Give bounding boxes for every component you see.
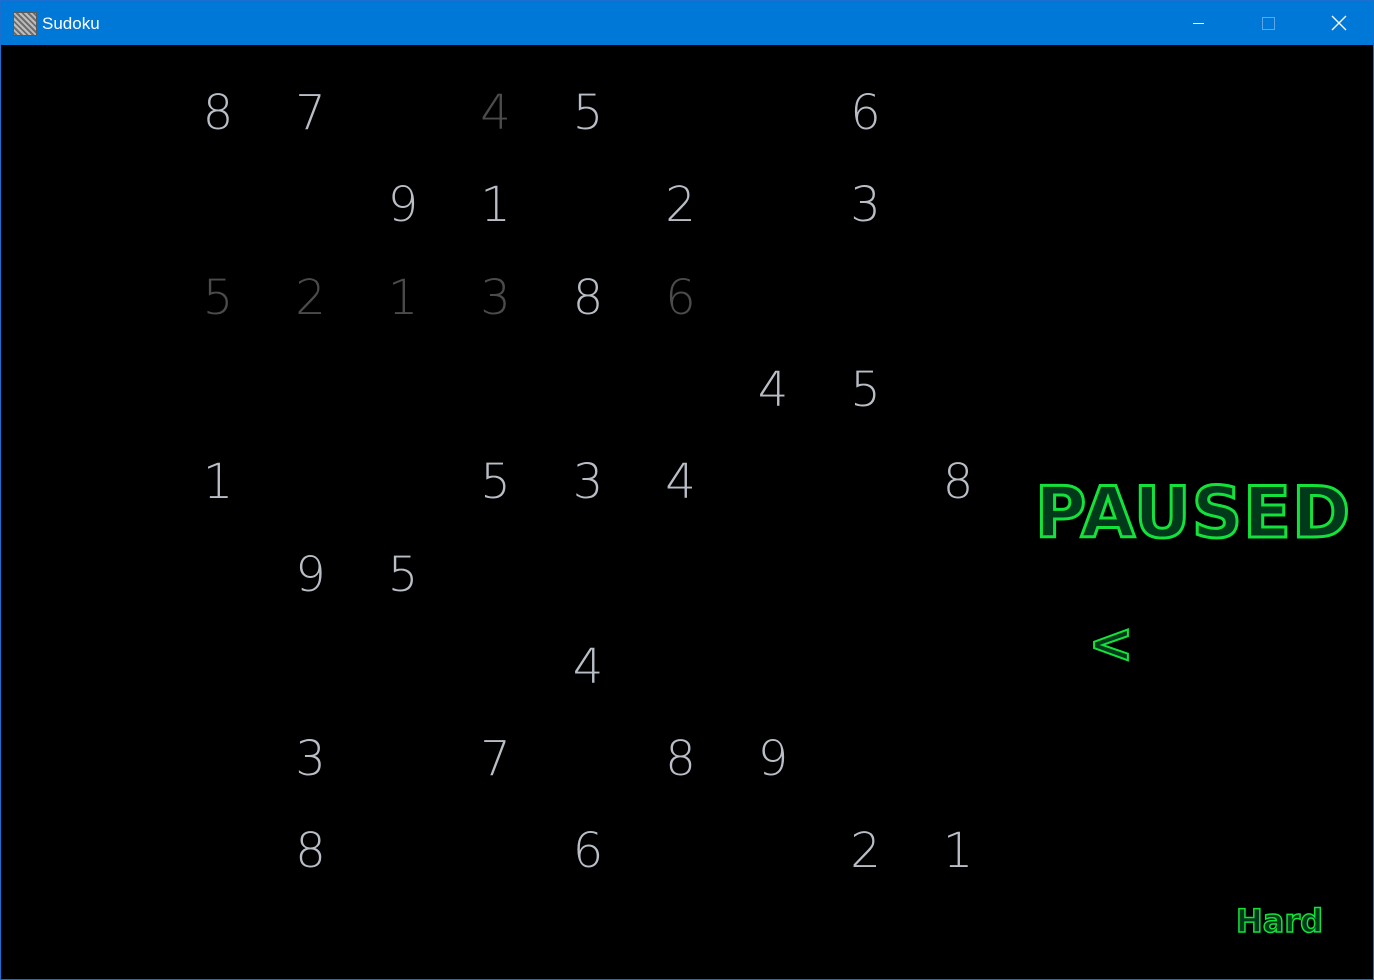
sudoku-cell[interactable] bbox=[912, 159, 1004, 251]
sudoku-cell[interactable]: 6 bbox=[820, 67, 912, 159]
sudoku-cell[interactable] bbox=[912, 713, 1004, 805]
sudoku-cell[interactable] bbox=[820, 436, 912, 528]
sudoku-cell[interactable] bbox=[450, 344, 542, 436]
sudoku-cell[interactable]: 8 bbox=[172, 67, 264, 159]
sudoku-cell[interactable]: 3 bbox=[265, 713, 357, 805]
maximize-icon bbox=[1262, 17, 1275, 30]
sudoku-cell[interactable] bbox=[450, 529, 542, 621]
sudoku-cell[interactable] bbox=[172, 621, 264, 713]
sudoku-cell[interactable] bbox=[727, 805, 819, 897]
sudoku-cell[interactable] bbox=[727, 67, 819, 159]
sudoku-cell[interactable] bbox=[820, 713, 912, 805]
sudoku-cell[interactable]: 3 bbox=[450, 252, 542, 344]
sudoku-cell[interactable] bbox=[912, 344, 1004, 436]
sudoku-cell[interactable] bbox=[912, 252, 1004, 344]
sudoku-cell[interactable]: 7 bbox=[450, 713, 542, 805]
sudoku-cell[interactable] bbox=[265, 436, 357, 528]
sudoku-cell[interactable]: 5 bbox=[357, 529, 449, 621]
sudoku-cell[interactable] bbox=[820, 529, 912, 621]
sudoku-cell[interactable] bbox=[912, 67, 1004, 159]
sudoku-cell[interactable] bbox=[357, 344, 449, 436]
sudoku-cell[interactable] bbox=[357, 713, 449, 805]
sudoku-window: Sudoku 874569123521386451534895437898621… bbox=[0, 0, 1374, 980]
sudoku-cell[interactable] bbox=[912, 529, 1004, 621]
sudoku-cell[interactable] bbox=[542, 159, 634, 251]
sudoku-cell[interactable] bbox=[172, 713, 264, 805]
sudoku-cell[interactable] bbox=[172, 529, 264, 621]
sudoku-cell[interactable] bbox=[357, 436, 449, 528]
sudoku-cell[interactable] bbox=[727, 252, 819, 344]
sudoku-cell[interactable] bbox=[172, 805, 264, 897]
sudoku-cell[interactable]: 4 bbox=[450, 67, 542, 159]
sudoku-cell[interactable]: 9 bbox=[265, 529, 357, 621]
window-title: Sudoku bbox=[42, 14, 100, 33]
sudoku-cell[interactable]: 8 bbox=[635, 713, 727, 805]
sudoku-cell[interactable] bbox=[727, 436, 819, 528]
sudoku-cell[interactable] bbox=[635, 344, 727, 436]
sudoku-cell[interactable]: 4 bbox=[727, 344, 819, 436]
sudoku-cell[interactable]: 2 bbox=[820, 805, 912, 897]
sudoku-cell[interactable]: 7 bbox=[265, 67, 357, 159]
sudoku-cell[interactable] bbox=[820, 252, 912, 344]
sudoku-cell[interactable]: 5 bbox=[542, 67, 634, 159]
sudoku-cell[interactable] bbox=[727, 159, 819, 251]
sudoku-cell[interactable]: 8 bbox=[265, 805, 357, 897]
sudoku-cell[interactable] bbox=[542, 344, 634, 436]
sudoku-cell[interactable] bbox=[542, 529, 634, 621]
sudoku-cell[interactable]: 1 bbox=[912, 805, 1004, 897]
sudoku-cell[interactable]: 3 bbox=[820, 159, 912, 251]
minimize-button[interactable] bbox=[1165, 1, 1233, 45]
minimize-icon bbox=[1193, 23, 1204, 24]
sudoku-cell[interactable] bbox=[542, 713, 634, 805]
sudoku-cell[interactable] bbox=[172, 159, 264, 251]
sudoku-app-icon bbox=[13, 12, 37, 36]
sudoku-cell[interactable] bbox=[265, 621, 357, 713]
sudoku-cell[interactable]: 8 bbox=[912, 436, 1004, 528]
sudoku-cell[interactable] bbox=[265, 159, 357, 251]
sudoku-cell[interactable] bbox=[172, 344, 264, 436]
sudoku-cell[interactable]: 8 bbox=[542, 252, 634, 344]
difficulty-button[interactable]: Hard bbox=[1235, 901, 1324, 941]
title-bar[interactable]: Sudoku bbox=[1, 1, 1373, 45]
sudoku-cell[interactable] bbox=[635, 67, 727, 159]
sudoku-cell[interactable]: 1 bbox=[357, 252, 449, 344]
sudoku-cell[interactable]: 4 bbox=[542, 621, 634, 713]
sudoku-cell[interactable]: 6 bbox=[542, 805, 634, 897]
sudoku-cell[interactable] bbox=[635, 529, 727, 621]
sudoku-cell[interactable]: 3 bbox=[542, 436, 634, 528]
close-button[interactable] bbox=[1304, 1, 1372, 45]
sudoku-cell[interactable] bbox=[450, 621, 542, 713]
sudoku-cell[interactable] bbox=[265, 344, 357, 436]
sudoku-cell[interactable] bbox=[912, 621, 1004, 713]
paused-label: PAUSED bbox=[1033, 472, 1352, 555]
sudoku-cell[interactable]: 9 bbox=[727, 713, 819, 805]
sudoku-cell[interactable]: 6 bbox=[635, 252, 727, 344]
game-area: 874569123521386451534895437898621 PAUSED… bbox=[1, 45, 1373, 979]
sudoku-cell[interactable]: 1 bbox=[450, 159, 542, 251]
close-icon bbox=[1331, 15, 1347, 31]
sudoku-cell[interactable]: 4 bbox=[635, 436, 727, 528]
sudoku-cell[interactable]: 1 bbox=[172, 436, 264, 528]
sudoku-cell[interactable] bbox=[357, 805, 449, 897]
sudoku-cell[interactable]: 2 bbox=[635, 159, 727, 251]
sudoku-cell[interactable]: 9 bbox=[357, 159, 449, 251]
sudoku-cell[interactable] bbox=[357, 67, 449, 159]
sudoku-cell[interactable] bbox=[820, 621, 912, 713]
sudoku-cell[interactable] bbox=[635, 805, 727, 897]
sudoku-cell[interactable]: 5 bbox=[172, 252, 264, 344]
back-button[interactable]: < bbox=[1083, 614, 1139, 674]
sudoku-cell[interactable] bbox=[727, 529, 819, 621]
sudoku-cell[interactable] bbox=[727, 621, 819, 713]
sudoku-cell[interactable]: 5 bbox=[820, 344, 912, 436]
sudoku-cell[interactable]: 5 bbox=[450, 436, 542, 528]
sudoku-cell[interactable] bbox=[357, 621, 449, 713]
maximize-button[interactable] bbox=[1234, 1, 1302, 45]
sudoku-cell[interactable]: 2 bbox=[265, 252, 357, 344]
sudoku-cell[interactable] bbox=[635, 621, 727, 713]
sudoku-cell[interactable] bbox=[450, 805, 542, 897]
